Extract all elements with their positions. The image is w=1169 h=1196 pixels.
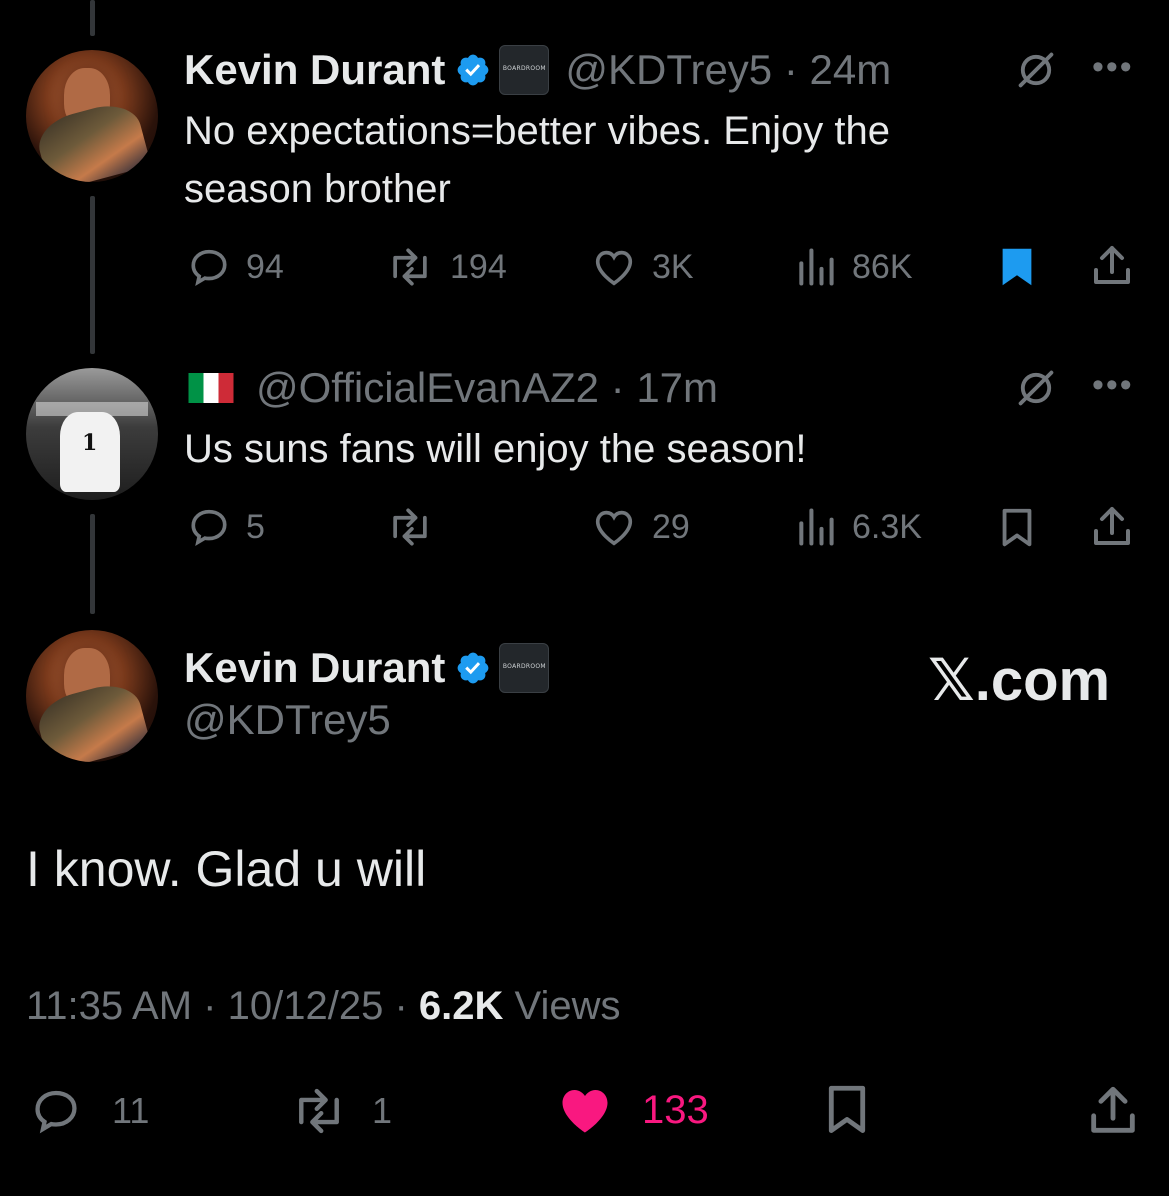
affiliate-badge-label: BOARDROOM	[502, 65, 546, 72]
like-button[interactable]: 29	[590, 504, 690, 550]
jersey-number: 1	[82, 430, 98, 456]
reply-icon	[191, 249, 227, 287]
repost-icon	[393, 508, 427, 546]
tweet-header: @OfficialEvanAZ2 · 17m	[188, 360, 718, 416]
reply-icon	[35, 1090, 77, 1134]
verified-badge-icon	[458, 652, 489, 684]
tweet-time[interactable]: 11:35 AM	[26, 984, 192, 1028]
reply-button[interactable]: 94	[186, 244, 284, 290]
views-label: Views	[514, 984, 621, 1028]
repost-button[interactable]: 1	[288, 1084, 392, 1138]
handle-time[interactable]: @OfficialEvanAZ2 · 17m	[256, 364, 718, 412]
heart-icon	[595, 510, 633, 546]
tweet-text: No expectations=better vibes. Enjoy the …	[184, 109, 890, 211]
tweet-timestamp-row: 11:35 AM · 10/12/25 · 6.2K Views	[26, 984, 620, 1029]
heart-icon	[595, 250, 633, 286]
avatar[interactable]	[26, 50, 158, 182]
separator-dot: ·	[203, 984, 228, 1028]
avatar[interactable]	[26, 630, 158, 762]
more-options-icon[interactable]: •••	[1092, 48, 1134, 87]
reply-icon	[191, 509, 227, 547]
italy-flag-icon	[188, 373, 234, 403]
verified-badge-icon	[458, 54, 489, 86]
thread-line-2	[90, 514, 95, 614]
avatar[interactable]: 1	[26, 368, 158, 500]
reply-count: 5	[246, 507, 265, 546]
author-name[interactable]: Kevin Durant	[184, 46, 445, 94]
analytics-icon	[799, 508, 834, 546]
repost-button[interactable]	[384, 504, 450, 550]
affiliate-badge-label: BOARDROOM	[502, 663, 546, 670]
tweet-header: Kevin Durant BOARDROOM @KDTrey5 · 24m	[184, 42, 891, 98]
analytics-icon	[799, 248, 834, 286]
bookmark-icon[interactable]	[818, 1080, 876, 1140]
author-name[interactable]: Kevin Durant	[184, 644, 445, 692]
repost-icon	[393, 248, 427, 286]
like-count: 29	[652, 507, 690, 546]
affiliate-badge[interactable]: BOARDROOM	[499, 45, 550, 95]
repost-count: 1	[372, 1090, 393, 1131]
share-icon[interactable]	[1088, 242, 1136, 290]
reply-button[interactable]: 11	[28, 1084, 149, 1138]
main-tweet-author: Kevin Durant BOARDROOM	[184, 640, 550, 696]
views-count: 6.3K	[852, 507, 922, 546]
thread-line-top	[90, 0, 95, 36]
share-icon[interactable]	[1084, 1082, 1142, 1140]
reply-count: 11	[112, 1090, 150, 1131]
tweet-date[interactable]: 10/12/25	[228, 984, 384, 1028]
views-button[interactable]: 86K	[794, 244, 913, 290]
repost-button[interactable]: 194	[384, 244, 507, 290]
reply-count: 94	[246, 247, 284, 286]
views-count: 6.2K	[418, 984, 504, 1028]
like-button[interactable]: 133	[554, 1080, 709, 1140]
views-button[interactable]: 6.3K	[794, 504, 922, 550]
heart-filled-icon	[562, 1090, 608, 1133]
like-count: 133	[642, 1087, 709, 1132]
author-handle[interactable]: @KDTrey5	[184, 696, 391, 744]
separator-dot: ·	[394, 984, 419, 1028]
grok-icon[interactable]	[1014, 366, 1058, 410]
bookmark-filled-icon[interactable]	[994, 243, 1040, 291]
affiliate-badge[interactable]: BOARDROOM	[499, 643, 550, 693]
share-icon[interactable]	[1088, 503, 1136, 551]
thread-line-1	[90, 196, 95, 354]
handle-time[interactable]: @KDTrey5 · 24m	[565, 46, 891, 94]
reply-button[interactable]: 5	[186, 504, 265, 550]
watermark: 𝕏.com	[928, 648, 1111, 713]
like-button[interactable]: 3K	[590, 244, 694, 290]
repost-icon	[299, 1088, 339, 1134]
tweet-text: Us suns fans will enjoy the season!	[184, 427, 807, 471]
bookmark-icon[interactable]	[994, 504, 1040, 552]
more-options-icon[interactable]: •••	[1092, 366, 1134, 405]
like-count: 3K	[652, 247, 694, 286]
repost-count: 194	[450, 247, 507, 286]
main-tweet-text: I know. Glad u will	[26, 841, 427, 897]
views-count: 86K	[852, 247, 913, 286]
grok-icon[interactable]	[1014, 48, 1058, 92]
